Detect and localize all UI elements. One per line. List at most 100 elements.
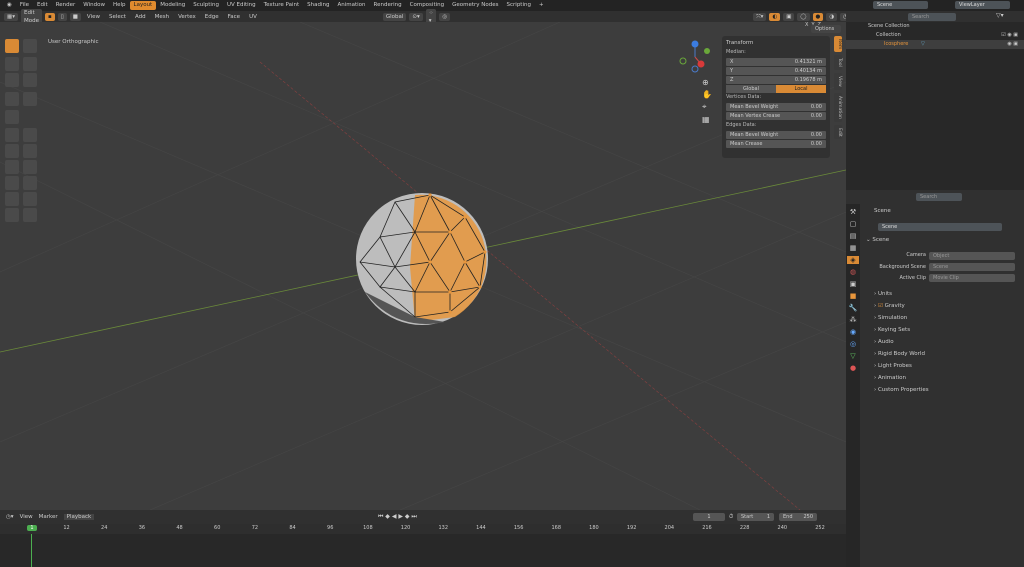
spin-tool[interactable] <box>5 176 19 190</box>
tab-texture-paint[interactable]: Texture Paint <box>260 1 304 10</box>
overlay-icon[interactable]: ◐ <box>769 12 781 21</box>
zoom-icon[interactable]: ⊕ <box>702 78 712 87</box>
edge-select-icon[interactable]: ▯ <box>57 12 67 21</box>
poly-build-tool[interactable] <box>23 160 37 174</box>
properties-search[interactable]: Search <box>916 193 962 201</box>
current-frame-field[interactable]: 1 <box>693 513 725 521</box>
tab-view[interactable]: View <box>834 73 842 90</box>
visibility-eye-icon[interactable]: ☑ ◉ ▣ <box>1001 31 1018 40</box>
xray-icon[interactable]: ▣ <box>783 12 795 21</box>
shear-tool[interactable] <box>5 208 19 222</box>
navigation-gizmo[interactable] <box>675 37 715 77</box>
collection-item[interactable]: Collection ☑ ◉ ▣ <box>846 31 1024 40</box>
panel-gravity[interactable]: › ☑ Gravity <box>846 300 1024 312</box>
edge-slide-tool[interactable] <box>5 192 19 206</box>
panel-audio[interactable]: › Audio <box>846 336 1024 348</box>
mean-vertex-crease-field[interactable]: Mean Vertex Crease 0.00 <box>726 112 826 120</box>
view-layer-tab-icon[interactable]: ▦ <box>850 244 857 252</box>
panel-light-probes[interactable]: › Light Probes <box>846 360 1024 372</box>
menu-select[interactable]: Select <box>106 14 129 20</box>
3d-viewport[interactable]: User Orthographic X Y Z Options ⊕ ✋ ⌖ ▦ <box>0 22 846 510</box>
menu-view[interactable]: View <box>84 14 103 20</box>
axis-x-toggle[interactable]: X <box>805 22 808 28</box>
menu-face[interactable]: Face <box>225 14 243 20</box>
mean-bevel-weight-field[interactable]: Mean Bevel Weight 0.00 <box>726 103 826 111</box>
rotate-tool[interactable] <box>23 57 37 71</box>
tab-animation-sidebar[interactable]: Animation <box>834 92 842 122</box>
gravity-checkbox[interactable]: ☑ <box>878 303 883 309</box>
menu-edge[interactable]: Edge <box>202 14 222 20</box>
collection-tab-icon[interactable]: ▣ <box>850 280 857 288</box>
frame-ruler[interactable]: 1 12 24 36 48 60 72 84 96 108 120 132 144 156 168 180 19… <box>0 524 846 534</box>
face-select-icon[interactable]: ■ <box>69 12 81 21</box>
editor-type-icon[interactable]: ◷▾ <box>6 514 14 520</box>
blender-logo-icon[interactable]: ◉ <box>3 1 16 10</box>
panel-custom-properties[interactable]: › Custom Properties <box>846 384 1024 396</box>
panel-units[interactable]: › Units <box>846 288 1024 300</box>
tab-shading[interactable]: Shading <box>303 1 333 10</box>
edge-bevel-weight-field[interactable]: Mean Bevel Weight 0.00 <box>726 131 826 139</box>
median-y-field[interactable]: Y 0.40134 m <box>726 67 826 75</box>
tab-modeling[interactable]: Modeling <box>156 1 189 10</box>
output-tab-icon[interactable]: ▤ <box>850 232 857 240</box>
panel-keying-sets[interactable]: › Keying Sets <box>846 324 1024 336</box>
knife-tool[interactable] <box>5 160 19 174</box>
menu-uv[interactable]: UV <box>246 14 260 20</box>
inset-tool[interactable] <box>23 128 37 142</box>
outliner-search[interactable]: Search <box>908 12 956 21</box>
add-cube-tool[interactable] <box>5 110 19 124</box>
vertex-select-icon[interactable]: ▪ <box>44 12 55 21</box>
menu-vertex[interactable]: Vertex <box>175 14 199 20</box>
tab-scripting[interactable]: Scripting <box>503 1 535 10</box>
shading-material-icon[interactable]: ◑ <box>826 12 838 21</box>
annotate-tool[interactable] <box>5 92 19 106</box>
extrude-tool[interactable] <box>5 128 19 142</box>
tab-rendering[interactable]: Rendering <box>370 1 406 10</box>
shading-wireframe-icon[interactable]: ◯ <box>797 12 810 21</box>
pan-hand-icon[interactable]: ✋ <box>702 90 712 99</box>
move-tool[interactable] <box>5 57 19 71</box>
menu-add[interactable]: Add <box>132 14 149 20</box>
filter-icon[interactable]: ▽▾ <box>996 12 1004 19</box>
add-workspace-icon[interactable]: + <box>535 1 548 10</box>
panel-animation[interactable]: › Animation <box>846 372 1024 384</box>
menu-help[interactable]: Help <box>109 1 130 10</box>
transform-orientation[interactable]: Global <box>382 12 407 21</box>
tab-item[interactable]: Item <box>834 36 842 53</box>
menu-render[interactable]: Render <box>52 1 80 10</box>
menu-view[interactable]: View <box>20 514 33 520</box>
tab-geometry-nodes[interactable]: Geometry Nodes <box>448 1 502 10</box>
editor-type-icon[interactable]: ▦▾ <box>4 12 18 21</box>
bevel-tool[interactable] <box>5 144 19 158</box>
render-tab-icon[interactable]: ▢ <box>850 220 857 228</box>
perspective-grid-icon[interactable]: ▦ <box>702 115 712 124</box>
panel-simulation[interactable]: › Simulation <box>846 312 1024 324</box>
visibility-eye-icon[interactable]: ◉ ▣ <box>1007 40 1018 49</box>
median-z-field[interactable]: Z 0.19678 m <box>726 76 826 84</box>
mean-crease-field[interactable]: Mean Crease 0.00 <box>726 140 826 148</box>
scene-collection-item[interactable]: Scene Collection <box>846 22 1024 31</box>
local-toggle[interactable]: Local <box>776 85 826 93</box>
panel-rigid-body-world[interactable]: › Rigid Body World <box>846 348 1024 360</box>
tab-layout[interactable]: Layout <box>129 1 157 10</box>
global-toggle[interactable]: Global <box>726 85 776 93</box>
transform-header[interactable]: Transform <box>726 38 826 48</box>
playhead[interactable] <box>31 534 32 567</box>
smooth-tool[interactable] <box>23 176 37 190</box>
pivot-icon[interactable]: ⊙▾ <box>409 12 423 21</box>
camera-field[interactable]: Object <box>929 252 1015 260</box>
camera-view-icon[interactable]: ⌖ <box>702 102 712 112</box>
shrink-fatten-tool[interactable] <box>23 192 37 206</box>
end-frame-field[interactable]: End 250 <box>779 513 817 521</box>
loop-cut-tool[interactable] <box>23 144 37 158</box>
tab-uv-editing[interactable]: UV Editing <box>223 1 260 10</box>
gizmo-icon[interactable]: ⤧▾ <box>753 12 767 21</box>
options-dropdown[interactable]: Options <box>811 25 841 33</box>
scene-datablock[interactable]: Scene <box>878 223 1002 231</box>
playback-controls[interactable]: ⏮ ◆ ◀ ▶ ◆ ⏭ <box>378 513 417 521</box>
stopwatch-icon[interactable]: ⏱ <box>729 514 733 521</box>
measure-tool[interactable] <box>23 92 37 106</box>
proportional-edit-icon[interactable]: ◎ <box>439 12 451 21</box>
menu-marker[interactable]: Marker <box>39 514 58 520</box>
scene-tab-icon[interactable]: ◈ <box>847 256 859 264</box>
